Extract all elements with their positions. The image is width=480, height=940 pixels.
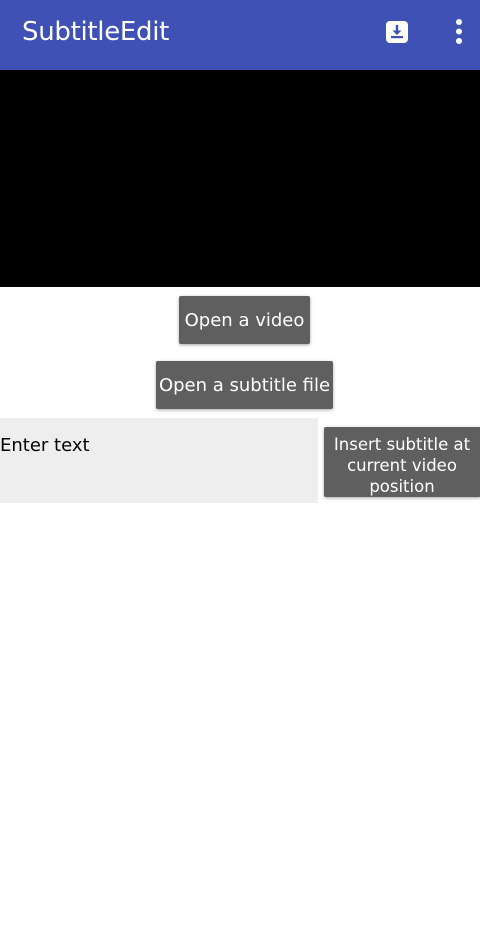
app-bar: SubtitleEdit bbox=[0, 0, 480, 70]
more-options-button[interactable] bbox=[445, 17, 473, 47]
save-button[interactable] bbox=[384, 19, 410, 45]
subtitle-text-input[interactable] bbox=[0, 418, 318, 503]
app-title: SubtitleEdit bbox=[22, 17, 170, 47]
save-download-icon bbox=[386, 21, 408, 43]
open-subtitle-file-button[interactable]: Open a subtitle file bbox=[156, 361, 333, 409]
open-video-button[interactable]: Open a video bbox=[179, 296, 310, 344]
more-vert-icon bbox=[456, 19, 462, 44]
insert-subtitle-button[interactable]: Insert subtitle at current video positio… bbox=[324, 427, 480, 497]
video-player[interactable] bbox=[0, 70, 480, 287]
